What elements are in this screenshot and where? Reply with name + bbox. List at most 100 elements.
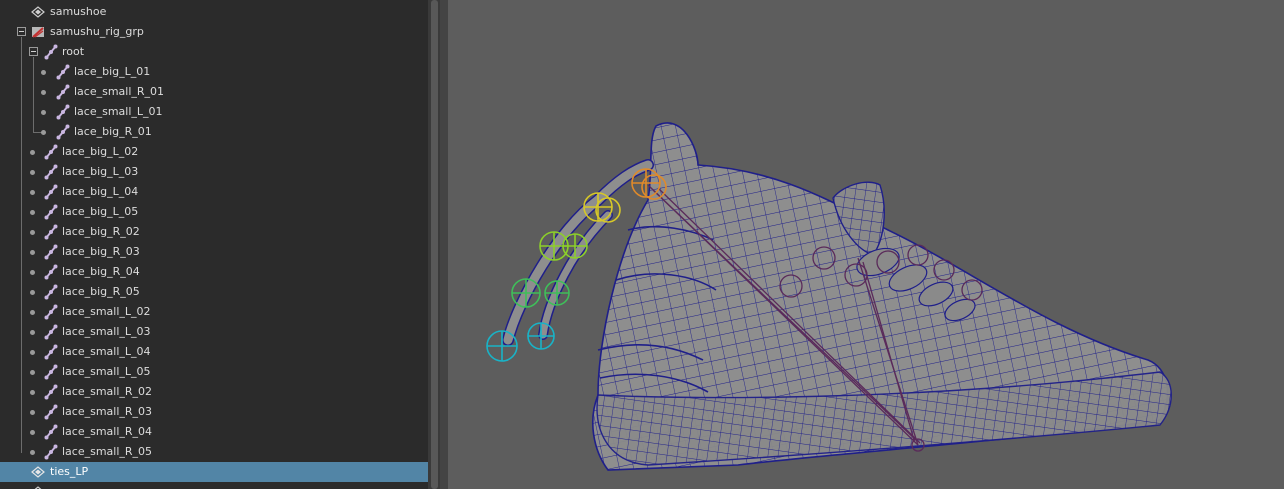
joint-icon [55, 104, 71, 120]
outliner-item-label: lace_small_L_03 [62, 325, 151, 338]
joint-icon [43, 424, 59, 440]
joint-icon [43, 284, 59, 300]
outliner-item-label: ties_LP [50, 465, 89, 478]
outliner-item-label: lace_big_R_03 [62, 245, 140, 258]
outliner-item-lace-small-r-03[interactable]: lace_small_R_03 [0, 402, 428, 422]
outliner-item-lace-small-l-03[interactable]: lace_small_L_03 [0, 322, 428, 342]
tree-node-dot [30, 150, 35, 155]
tree-node-dot [41, 70, 46, 75]
outliner-item-label: lace_big_L_05 [62, 205, 139, 218]
mesh-icon [30, 464, 46, 480]
outliner-item-label: lace_big_R_02 [62, 225, 140, 238]
outliner-item-lace-big-r-04[interactable]: lace_big_R_04 [0, 262, 428, 282]
outliner-item-label: samushoe [50, 5, 107, 18]
outliner-item-samushoe[interactable]: samushoe [0, 2, 428, 22]
joint-icon [43, 324, 59, 340]
viewport-canvas[interactable] [448, 0, 1284, 489]
joint-icon [43, 244, 59, 260]
outliner-item-label: lace_small_L_02 [62, 305, 151, 318]
group-icon [30, 24, 46, 40]
tree-node-dot [30, 350, 35, 355]
outliner-item-lace-small-l-04[interactable]: lace_small_L_04 [0, 342, 428, 362]
outliner-item-lace-big-r-03[interactable]: lace_big_R_03 [0, 242, 428, 262]
outliner-item-label: lace_small_L_01 [74, 105, 163, 118]
tree-node-dot [30, 450, 35, 455]
outliner-item-label: lace_small_R_05 [62, 445, 153, 458]
outliner-item-label: lace_small_R_04 [62, 425, 153, 438]
outliner-item-lace-small-l-02[interactable]: lace_small_L_02 [0, 302, 428, 322]
viewport-3d[interactable] [448, 0, 1284, 489]
outliner-item-lace-small-r-04[interactable]: lace_small_R_04 [0, 422, 428, 442]
joint-icon [43, 444, 59, 460]
outliner-item-samushu-rig-grp[interactable]: samushu_rig_grp [0, 22, 428, 42]
outliner-scrollbar-thumb[interactable] [431, 0, 438, 489]
outliner-item-lace-big-l-03[interactable]: lace_big_L_03 [0, 162, 428, 182]
outliner-item-lace-small-r-02[interactable]: lace_small_R_02 [0, 382, 428, 402]
tree-node-dot [30, 370, 35, 375]
outliner-item-label: lace_small_L_05 [62, 365, 151, 378]
tree-node-dot [30, 230, 35, 235]
outliner-item-root[interactable]: root [0, 42, 428, 62]
outliner-item-label: lace_big_R_04 [62, 265, 140, 278]
outliner-item-label: samushu_rig_grp [50, 25, 144, 38]
outliner-panel: samushoe samushu_rig_grp root lace_big_L… [0, 0, 428, 489]
tree-node-dot [30, 390, 35, 395]
outliner-item-label: lace_big_L_03 [62, 165, 139, 178]
outliner-item-lace-big-l-02[interactable]: lace_big_L_02 [0, 142, 428, 162]
tree-node-dot [30, 430, 35, 435]
outliner-item-lace-small-l-01[interactable]: lace_small_L_01 [0, 102, 428, 122]
joint-icon [43, 404, 59, 420]
tree-node-dot [41, 90, 46, 95]
outliner-item-label: lace_big_R_01 [74, 125, 152, 138]
collapse-toggle[interactable] [17, 27, 26, 36]
lace-tube-inner[interactable] [538, 210, 613, 340]
outliner-item-lace-small-r-05[interactable]: lace_small_R_05 [0, 442, 428, 462]
outliner-item-lace-big-l-01[interactable]: lace_big_L_01 [0, 62, 428, 82]
joint-icon [43, 204, 59, 220]
outliner-item-lace-big-r-05[interactable]: lace_big_R_05 [0, 282, 428, 302]
outliner-item-label: lace_small_R_01 [74, 85, 165, 98]
joint-icon [43, 184, 59, 200]
outliner-item-label: lace_big_L_02 [62, 145, 139, 158]
collapse-toggle[interactable] [29, 47, 38, 56]
tree-node-dot [41, 130, 46, 135]
mesh-icon [30, 4, 46, 20]
joint-icon [43, 144, 59, 160]
outliner-item-label: root [62, 45, 85, 58]
outliner-item-lace-big-r-01[interactable]: lace_big_R_01 [0, 122, 428, 142]
joint-icon [43, 44, 59, 60]
outliner-item-lace-big-l-04[interactable]: lace_big_L_04 [0, 182, 428, 202]
tree-node-dot [30, 330, 35, 335]
outliner-item-lace-big-l-05[interactable]: lace_big_L_05 [0, 202, 428, 222]
joint-icon [43, 304, 59, 320]
tree-node-dot [30, 290, 35, 295]
tree-node-dot [41, 110, 46, 115]
outliner-item-label: lace_small_R_03 [62, 405, 153, 418]
joint-icon [43, 384, 59, 400]
outliner-item-label: lace_small_L_04 [62, 345, 151, 358]
outliner-item-lace-small-l-05[interactable]: lace_small_L_05 [0, 362, 428, 382]
joint-icon [43, 164, 59, 180]
outliner-item-label: lace_big_L_01 [74, 65, 151, 78]
tree-node-dot [30, 190, 35, 195]
tree-node-dot [30, 170, 35, 175]
outliner-item-lace-small-r-01[interactable]: lace_small_R_01 [0, 82, 428, 102]
outliner-item-ties-lp[interactable]: ties_LP [0, 462, 428, 482]
mesh-icon [30, 484, 46, 489]
joint-icon [55, 64, 71, 80]
outliner-item-label: lace_big_L_04 [62, 185, 139, 198]
outliner-item-label: lace_small_R_02 [62, 385, 153, 398]
tree-node-dot [30, 270, 35, 275]
outliner-item-partial[interactable] [0, 482, 428, 489]
joint-icon [43, 224, 59, 240]
joint-icon [43, 364, 59, 380]
outliner-item-lace-big-r-02[interactable]: lace_big_R_02 [0, 222, 428, 242]
tree-node-dot [30, 250, 35, 255]
tree-node-dot [30, 210, 35, 215]
panel-splitter[interactable] [440, 0, 448, 489]
joint-icon [43, 264, 59, 280]
joint-icon [55, 84, 71, 100]
tree-node-dot [30, 310, 35, 315]
joint-icon [43, 344, 59, 360]
joint-icon [55, 124, 71, 140]
